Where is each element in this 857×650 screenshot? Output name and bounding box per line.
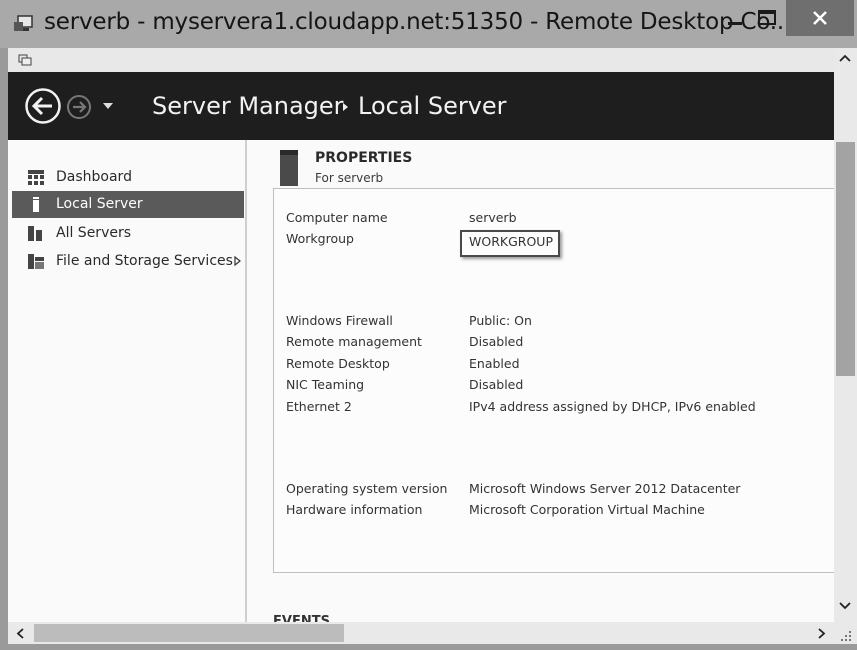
property-label: Remote Desktop [286,356,390,371]
events-title: EVENTS [273,614,330,622]
computer-name-link[interactable]: serverb [469,210,517,225]
workgroup-highlight[interactable]: WORKGROUP [460,230,560,257]
local-server-icon [33,197,39,212]
property-label: Operating system version [286,481,448,496]
property-label: Windows Firewall [286,313,393,328]
forward-icon[interactable] [66,94,92,120]
remote-management-link[interactable]: Disabled [469,334,523,349]
title-bar[interactable]: serverb - myservera1.cloudapp.net:51350 … [0,0,857,48]
os-version-value: Microsoft Windows Server 2012 Datacenter [469,481,741,496]
all-servers-icon [28,226,42,241]
property-label: NIC Teaming [286,377,365,392]
page-title: Local Server [358,92,507,120]
maximize-icon [758,10,776,25]
property-label: Ethernet 2 [286,399,352,414]
server-manager-header: Server Manager Local Server [8,72,834,140]
windows-firewall-link[interactable]: Public: On [469,313,532,328]
remote-desktop-window: serverb - myservera1.cloudapp.net:51350 … [0,0,857,650]
scroll-down-icon[interactable] [839,602,851,610]
close-button[interactable] [786,0,854,36]
vertical-scroll-thumb[interactable] [836,142,855,376]
history-dropdown-icon[interactable] [102,102,114,110]
nav-item-local-server[interactable]: Local Server [12,191,244,218]
resize-grip-icon[interactable] [840,630,852,642]
nav-label-all-servers: All Servers [56,225,132,241]
properties-subtitle: For serverb [315,171,384,185]
property-label: Hardware information [286,502,423,517]
file-storage-icon [28,254,44,269]
hardware-info-value: Microsoft Corporation Virtual Machine [469,502,705,517]
window-title: serverb - myservera1.cloudapp.net:51350 … [44,9,792,35]
dashboard-icon [28,170,44,185]
submenu-arrow-icon[interactable] [234,256,241,266]
property-label: Remote management [286,334,422,349]
system-menu-icon[interactable] [18,54,32,66]
nic-teaming-link[interactable]: Disabled [469,377,523,392]
nav-label-dashboard: Dashboard [56,169,132,185]
properties-icon [280,150,298,186]
back-icon[interactable] [24,87,62,125]
properties-title: PROPERTIES [315,150,413,166]
ethernet-link[interactable]: IPv4 address assigned by DHCP, IPv6 enab… [469,399,756,414]
nav-item-all-servers[interactable]: All Servers [12,220,244,247]
horizontal-scroll-thumb[interactable] [34,624,344,642]
vertical-scrollbar[interactable] [834,48,857,622]
nav-item-dashboard[interactable]: Dashboard [12,164,244,191]
main-content: Dashboard Local Server All Servers File … [8,140,835,622]
scroll-right-icon[interactable] [818,628,826,639]
remote-desktop-icon [14,15,33,31]
breadcrumb-separator-icon [343,103,348,111]
close-icon [813,11,827,25]
scroll-left-icon[interactable] [16,628,24,639]
scroll-up-icon[interactable] [839,54,851,62]
maximize-button[interactable] [744,0,790,36]
nav-item-file-storage[interactable]: File and Storage Services [12,248,244,275]
properties-panel: Computer name serverb Workgroup WORKGROU… [273,188,835,573]
remote-toolbar-strip [8,48,857,72]
nav-label-file-storage: File and Storage Services [56,253,233,269]
remote-desktop-link[interactable]: Enabled [469,356,520,371]
workgroup-link[interactable]: WORKGROUP [469,234,553,249]
property-label: Workgroup [286,231,354,246]
nav-label-local-server: Local Server [56,196,143,212]
app-title: Server Manager [152,92,344,120]
navigation-pane: Dashboard Local Server All Servers File … [8,140,247,622]
property-label: Computer name [286,210,388,225]
horizontal-scrollbar[interactable] [8,622,857,644]
